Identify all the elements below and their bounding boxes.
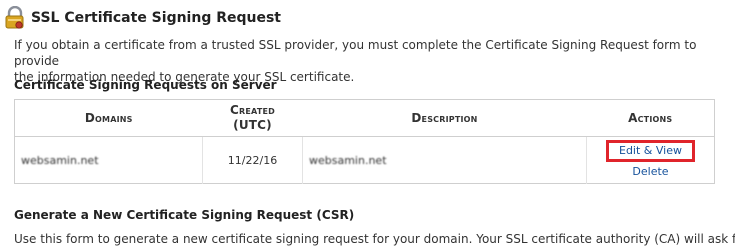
edit-view-link[interactable]: Edit & View bbox=[606, 139, 695, 162]
cell-description: websamin.net bbox=[302, 136, 587, 184]
column-header-description[interactable]: Description bbox=[302, 99, 587, 137]
delete-link[interactable]: Delete bbox=[593, 163, 708, 181]
cell-created: 11/22/16 bbox=[202, 136, 303, 184]
page-title: SSL Certificate Signing Request bbox=[31, 10, 281, 26]
csr-section-title: Certificate Signing Requests on Server bbox=[14, 78, 277, 92]
page-header: SSL Certificate Signing Request bbox=[4, 5, 281, 31]
column-header-created[interactable]: Created (UTC) bbox=[202, 99, 303, 137]
intro-line-1: If you obtain a certificate from a trust… bbox=[14, 38, 697, 68]
cell-actions: Edit & View Delete bbox=[587, 137, 715, 184]
lock-certificate-icon bbox=[4, 5, 26, 30]
column-header-domains[interactable]: Domains bbox=[14, 99, 203, 137]
generate-section-title: Generate a New Certificate Signing Reque… bbox=[14, 208, 355, 222]
cell-domain: websamin.net bbox=[14, 136, 203, 184]
csr-table: Domains Created (UTC) Description Action… bbox=[14, 99, 715, 184]
generate-section-text: Use this form to generate a new certific… bbox=[14, 232, 735, 246]
table-header-row: Domains Created (UTC) Description Action… bbox=[14, 99, 715, 137]
column-header-actions: Actions bbox=[586, 99, 715, 137]
table-row: websamin.net 11/22/16 websamin.net Edit … bbox=[14, 136, 715, 184]
